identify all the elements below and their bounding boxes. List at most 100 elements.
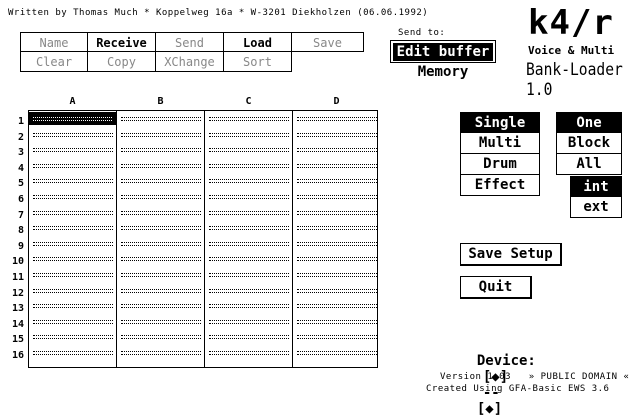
bank-slot-a5[interactable]: [33, 179, 113, 184]
bank-slot-c16[interactable]: [209, 351, 289, 355]
bank-slot-a6[interactable]: [33, 195, 113, 199]
bank-slot-b9[interactable]: [121, 241, 201, 246]
bank-slot-a12[interactable]: [33, 288, 113, 293]
bank-slot-d6[interactable]: [297, 195, 377, 199]
bank-slot-b2[interactable]: [121, 132, 201, 137]
bank-slot-a1[interactable]: [29, 112, 116, 125]
column-divider: [116, 111, 117, 367]
column-header-c: C: [245, 96, 252, 107]
device-label: Device:: [476, 353, 536, 369]
type-effect-option[interactable]: Effect: [460, 175, 540, 196]
bank-slot-c10[interactable]: [209, 257, 289, 262]
bank-slot-c14[interactable]: [209, 319, 289, 324]
bank-slot-b12[interactable]: [121, 288, 201, 293]
bank-slot-b4[interactable]: [121, 163, 201, 168]
range-block-option[interactable]: Block: [556, 133, 622, 154]
bank-slot-d11[interactable]: [297, 273, 377, 277]
row-number: 11: [11, 272, 24, 283]
bank-slot-b13[interactable]: [121, 304, 201, 309]
xchange-button[interactable]: XChange: [156, 52, 224, 72]
bank-slot-a14[interactable]: [33, 319, 113, 324]
memory-select: int ext: [570, 176, 622, 218]
bank-slot-c1[interactable]: [209, 117, 289, 121]
range-all-option[interactable]: All: [556, 154, 622, 175]
bank-slot-d13[interactable]: [297, 304, 377, 309]
bank-slot-a2[interactable]: [33, 132, 113, 137]
save-button[interactable]: Save: [292, 32, 364, 52]
bank-slot-b15[interactable]: [121, 335, 201, 340]
bank-slot-b7[interactable]: [121, 210, 201, 215]
bank-slot-a15[interactable]: [33, 335, 113, 340]
bank-slot-a3[interactable]: [33, 148, 113, 153]
bank-slot-b8[interactable]: [121, 226, 201, 231]
type-multi-option[interactable]: Multi: [460, 133, 540, 154]
bank-slot-a11[interactable]: [33, 273, 113, 277]
copy-button[interactable]: Copy: [88, 52, 156, 72]
device-increment-button[interactable]: [◆]: [477, 401, 502, 417]
row-number: 12: [11, 287, 24, 299]
bank-slot-a13[interactable]: [33, 304, 113, 309]
name-button[interactable]: Name: [20, 32, 88, 52]
bank-slot-c12[interactable]: [209, 288, 289, 293]
logo-product: Bank-Loader 1.0: [526, 60, 623, 100]
bank-slot-d5[interactable]: [297, 179, 377, 184]
version-line: Version 1.03 » PUBLIC DOMAIN «: [440, 372, 630, 382]
bank-slot-b11[interactable]: [121, 273, 201, 277]
bank-slot-c6[interactable]: [209, 195, 289, 199]
memory-option[interactable]: Memory: [390, 62, 496, 82]
bank-slot-a7[interactable]: [33, 210, 113, 215]
load-button[interactable]: Load: [224, 32, 292, 52]
bank-slot-d3[interactable]: [297, 148, 377, 153]
bank-slot-c8[interactable]: [209, 226, 289, 231]
bank-slot-b3[interactable]: [121, 148, 201, 153]
bank-slot-c3[interactable]: [209, 148, 289, 153]
bank-slot-d8[interactable]: [297, 226, 377, 231]
memory-int-option[interactable]: int: [570, 176, 622, 197]
bank-slot-d10[interactable]: [297, 257, 377, 262]
column-header-d: D: [333, 96, 340, 107]
bank-slot-c7[interactable]: [209, 210, 289, 215]
bank-slot-c15[interactable]: [209, 335, 289, 340]
bank-slot-c4[interactable]: [209, 163, 289, 168]
bank-slot-c9[interactable]: [209, 241, 289, 246]
bank-slot-d4[interactable]: [297, 163, 377, 168]
bank-slot-b16[interactable]: [121, 351, 201, 355]
bank-slot-c2[interactable]: [209, 132, 289, 137]
bank-slot-d14[interactable]: [297, 319, 377, 324]
bank-slot-b10[interactable]: [121, 257, 201, 262]
send-button[interactable]: Send: [156, 32, 224, 52]
bank-slot-c5[interactable]: [209, 179, 289, 184]
sort-button[interactable]: Sort: [224, 52, 292, 72]
bank-slot-a4[interactable]: [33, 163, 113, 168]
bank-slot-a8[interactable]: [33, 226, 113, 231]
row-number: 14: [11, 318, 24, 330]
bank-slot-a10[interactable]: [33, 257, 113, 262]
bank-slot-b1[interactable]: [121, 117, 201, 121]
bank-slot-b6[interactable]: [121, 195, 201, 199]
bank-slot-c11[interactable]: [209, 273, 289, 277]
bank-slot-d9[interactable]: [297, 241, 377, 246]
bank-slot-a16[interactable]: [33, 351, 113, 355]
column-divider: [292, 111, 293, 367]
bank-slot-c13[interactable]: [209, 304, 289, 309]
bank-slot-d7[interactable]: [297, 210, 377, 215]
type-single-option[interactable]: Single: [460, 112, 540, 133]
bank-slot-d2[interactable]: [297, 132, 377, 137]
clear-button[interactable]: Clear: [20, 52, 88, 72]
type-drum-option[interactable]: Drum: [460, 154, 540, 175]
bank-slot-d15[interactable]: [297, 335, 377, 340]
bank-slot-d1[interactable]: [297, 117, 377, 121]
bank-slot-d12[interactable]: [297, 288, 377, 293]
row-number: 6: [17, 194, 24, 205]
receive-button[interactable]: Receive: [88, 32, 156, 52]
bank-slot-b5[interactable]: [121, 179, 201, 184]
bank-slot-a9[interactable]: [33, 241, 113, 246]
memory-ext-option[interactable]: ext: [570, 197, 622, 218]
column-divider: [204, 111, 205, 367]
bank-slot-d16[interactable]: [297, 351, 377, 355]
bank-slot-b14[interactable]: [121, 319, 201, 324]
save-setup-button[interactable]: Save Setup: [460, 243, 562, 266]
quit-button[interactable]: Quit: [460, 276, 532, 299]
range-one-option[interactable]: One: [556, 112, 622, 133]
edit-buffer-option[interactable]: Edit buffer: [393, 43, 493, 61]
